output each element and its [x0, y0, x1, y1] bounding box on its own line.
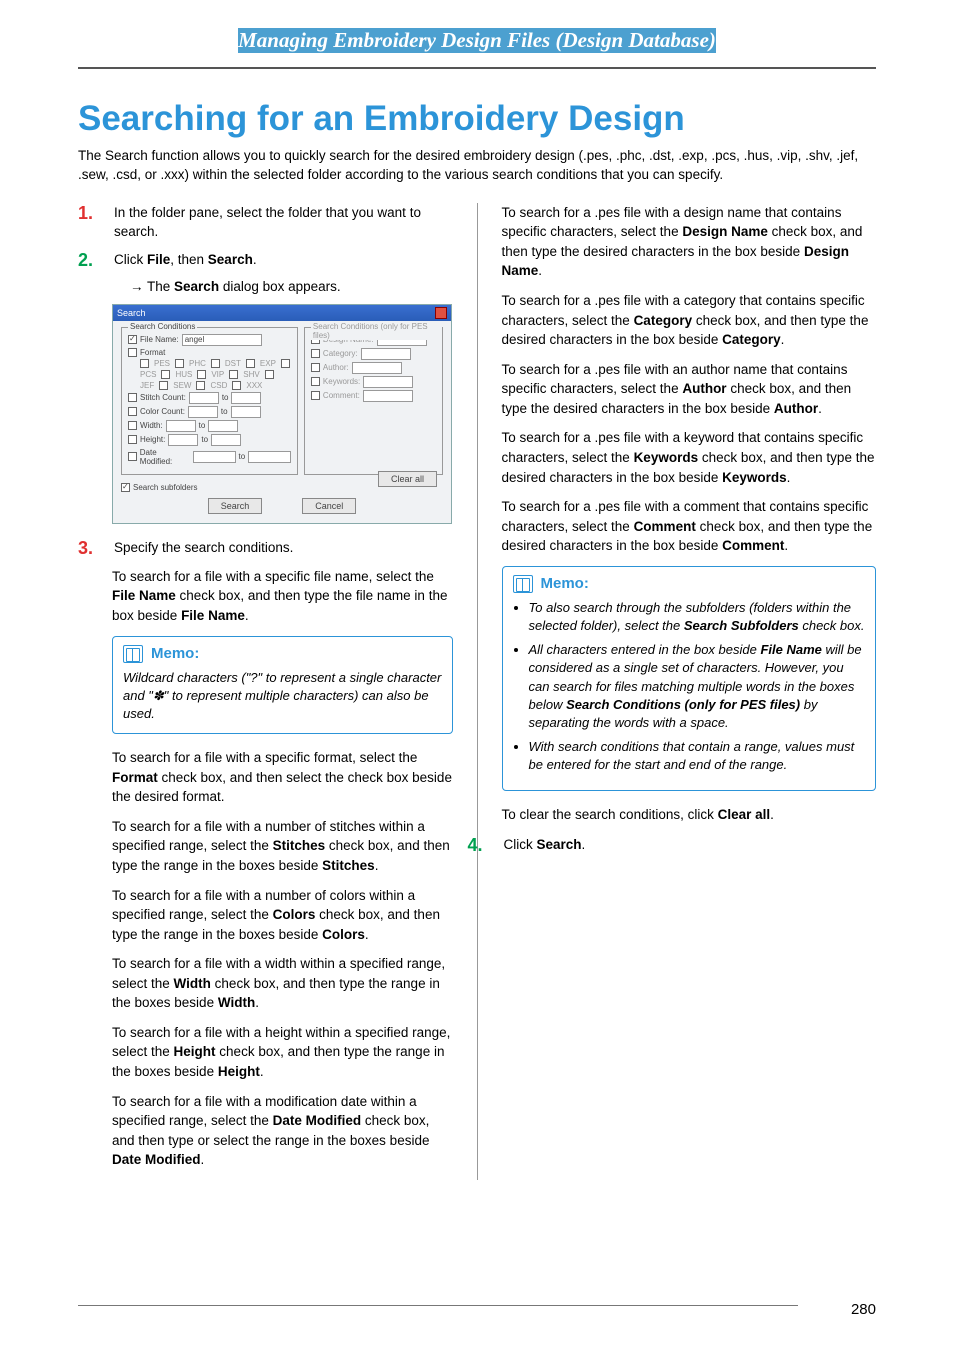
memo-note-filename-chars: All characters entered in the box beside… — [529, 641, 866, 732]
category-description: To search for a .pes file with a categor… — [502, 291, 877, 350]
date-modified-description: To search for a file with a modification… — [112, 1092, 453, 1170]
memo-note-subfolders: To also search through the subfolders (f… — [529, 599, 866, 635]
page-number: 280 — [851, 1301, 876, 1318]
memo-wildcards: Memo: Wildcard characters ("?" to repres… — [112, 636, 453, 735]
format-checkbox — [128, 348, 137, 357]
subfolders-checkbox — [121, 483, 130, 492]
step-1: 1. In the folder pane, select the folder… — [78, 203, 453, 242]
memo-icon — [513, 575, 533, 593]
width-description: To search for a file with a width within… — [112, 954, 453, 1013]
left-column: 1. In the folder pane, select the folder… — [78, 203, 453, 1180]
step-2-text: Click File, then Search. — [114, 250, 453, 271]
step-3-number: 3. — [78, 538, 102, 559]
memo-title: Memo: — [151, 645, 199, 662]
step-2-number: 2. — [78, 250, 102, 271]
memo-search-notes-text: To also search through the subfolders (f… — [513, 599, 866, 775]
right-column: To search for a .pes file with a design … — [502, 203, 877, 1180]
filename-description: To search for a file with a specific fil… — [112, 567, 453, 626]
step-3-text: Specify the search conditions. — [114, 538, 453, 559]
dialog-search-button: Search — [208, 498, 263, 514]
clear-all-button: Clear all — [378, 471, 437, 487]
main-title: Searching for an Embroidery Design — [78, 99, 876, 139]
step-2-result: → The Search dialog box appears. — [130, 279, 453, 294]
stitches-description: To search for a file with a number of st… — [112, 817, 453, 876]
keywords-description: To search for a .pes file with a keyword… — [502, 428, 877, 487]
column-divider — [477, 203, 478, 1180]
close-icon — [435, 307, 447, 319]
dialog-cancel-button: Cancel — [302, 498, 356, 514]
header-rule — [78, 67, 876, 69]
design-name-description: To search for a .pes file with a design … — [502, 203, 877, 281]
memo-search-notes: Memo: To also search through the subfold… — [502, 566, 877, 792]
format-description: To search for a file with a specific for… — [112, 748, 453, 807]
group-search-conditions: Search Conditions — [128, 322, 197, 331]
clear-all-description: To clear the search conditions, click Cl… — [502, 805, 877, 825]
height-description: To search for a file with a height withi… — [112, 1023, 453, 1082]
filename-input: angel — [182, 334, 262, 346]
memo-icon — [123, 645, 143, 663]
dialog-title: Search — [117, 308, 146, 318]
search-dialog-screenshot: Search Search Conditions File Name:angel… — [112, 304, 452, 524]
memo-title: Memo: — [541, 575, 589, 592]
colors-description: To search for a file with a number of co… — [112, 886, 453, 945]
step-1-number: 1. — [78, 203, 102, 242]
comment-description: To search for a .pes file with a comment… — [502, 497, 877, 556]
intro-paragraph: The Search function allows you to quickl… — [78, 147, 876, 185]
memo-note-range: With search conditions that contain a ra… — [529, 738, 866, 774]
footer-rule — [78, 1305, 798, 1306]
memo-wildcards-text: Wildcard characters ("?" to represent a … — [123, 669, 442, 724]
author-description: To search for a .pes file with an author… — [502, 360, 877, 419]
step-3: 3. Specify the search conditions. — [78, 538, 453, 559]
group-pes-conditions: Search Conditions (only for PES files) — [311, 322, 442, 340]
filename-checkbox — [128, 335, 137, 344]
page-header: Managing Embroidery Design Files (Design… — [0, 0, 954, 61]
header-title: Managing Embroidery Design Files (Design… — [238, 28, 716, 53]
step-4: 4. Click Search. — [468, 835, 877, 856]
step-4-text: Click Search. — [504, 835, 877, 856]
step-2: 2. Click File, then Search. — [78, 250, 453, 271]
step-4-number: 4. — [468, 835, 492, 856]
step-1-text: In the folder pane, select the folder th… — [114, 203, 453, 242]
